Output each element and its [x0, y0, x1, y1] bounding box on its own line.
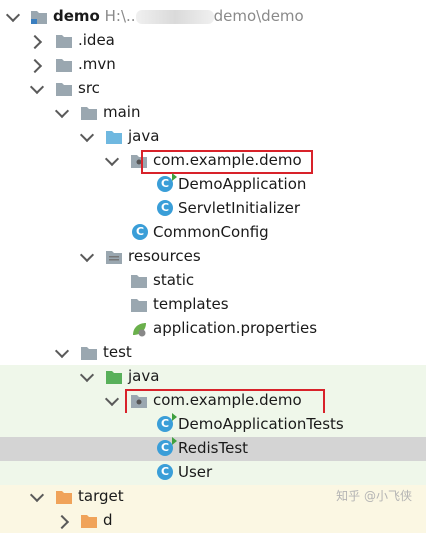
class-label: CommonConfig: [153, 223, 269, 241]
tree-row-common-config[interactable]: C CommonConfig: [0, 221, 426, 245]
folder-label: target: [78, 487, 124, 505]
folder-icon: [56, 59, 72, 72]
tree-row-user[interactable]: C User: [0, 461, 426, 485]
tree-row-partial[interactable]: d: [0, 509, 426, 533]
module-path-end: demo\demo: [213, 7, 304, 25]
file-label: application.properties: [153, 319, 318, 337]
folder-icon: [81, 347, 97, 360]
tree-row-resources[interactable]: resources: [0, 245, 426, 269]
folder-label: java: [128, 367, 160, 385]
folder-icon: [131, 299, 147, 312]
class-label: DemoApplication: [178, 175, 307, 193]
class-label: ServletInitializer: [178, 199, 301, 217]
spring-class-icon: C: [157, 173, 177, 192]
collapse-arrow-icon[interactable]: [79, 367, 95, 383]
folder-icon: [131, 275, 147, 288]
tree-row-demo[interactable]: demo H:\.. demo\demo: [0, 5, 426, 29]
tree-row-main-java[interactable]: java: [0, 125, 426, 149]
tree-row-demo-application[interactable]: C DemoApplication: [0, 173, 426, 197]
folder-icon: [56, 83, 72, 96]
excluded-folder-icon: [81, 515, 97, 528]
class-icon: C: [157, 464, 173, 480]
redacted-path-segment: [135, 9, 214, 24]
folder-label: test: [103, 343, 132, 361]
watermark: 知乎 @小飞侠: [336, 489, 412, 503]
folder-label: .mvn: [78, 55, 116, 73]
tree-row-test-java[interactable]: java: [0, 365, 426, 389]
resources-folder-icon: [106, 251, 122, 264]
tree-row-src[interactable]: src: [0, 77, 426, 101]
folder-label: templates: [153, 295, 229, 313]
tree-row-templates[interactable]: templates: [0, 293, 426, 317]
tree-row-static[interactable]: static: [0, 269, 426, 293]
tree-row-demo-application-tests[interactable]: C DemoApplicationTests: [0, 413, 426, 437]
tree-row-servlet-initializer[interactable]: C ServletInitializer: [0, 197, 426, 221]
source-folder-icon: [106, 131, 122, 144]
collapse-arrow-icon[interactable]: [104, 151, 120, 167]
tree-row-idea[interactable]: .idea: [0, 29, 426, 53]
class-label: RedisTest: [178, 439, 249, 457]
collapse-arrow-icon[interactable]: [29, 79, 45, 95]
expand-arrow-icon[interactable]: [27, 34, 43, 50]
test-class-icon: C: [157, 437, 177, 456]
tree-row-mvn[interactable]: .mvn: [0, 53, 426, 77]
expand-arrow-icon[interactable]: [27, 58, 43, 74]
class-label: DemoApplicationTests: [178, 415, 344, 433]
class-label: User: [178, 463, 213, 481]
tree-row-redis-test[interactable]: C RedisTest: [0, 437, 426, 461]
test-source-folder-icon: [106, 371, 122, 384]
module-folder-icon: [31, 11, 47, 24]
collapse-arrow-icon[interactable]: [79, 127, 95, 143]
expand-arrow-icon[interactable]: [54, 514, 70, 530]
folder-icon: [56, 35, 72, 48]
folder-label: .idea: [78, 31, 115, 49]
module-path-start: H:\..: [104, 7, 136, 25]
collapse-arrow-icon[interactable]: [104, 391, 120, 407]
highlight-box: [125, 389, 325, 415]
folder-icon: [81, 107, 97, 120]
folder-label: static: [153, 271, 195, 289]
tree-row-test[interactable]: test: [0, 341, 426, 365]
folder-label: src: [78, 79, 100, 97]
tree-row-application-properties[interactable]: application.properties: [0, 317, 426, 341]
class-icon: C: [157, 200, 173, 216]
collapse-arrow-icon[interactable]: [54, 103, 70, 119]
excluded-folder-icon: [56, 491, 72, 504]
folder-label: d: [103, 511, 113, 529]
folder-label: java: [128, 127, 160, 145]
collapse-arrow-icon[interactable]: [5, 7, 21, 23]
collapse-arrow-icon[interactable]: [29, 487, 45, 503]
tree-row-main[interactable]: main: [0, 101, 426, 125]
collapse-arrow-icon[interactable]: [79, 247, 95, 263]
spring-leaf-icon: [133, 323, 146, 337]
folder-label: resources: [128, 247, 201, 265]
collapse-arrow-icon[interactable]: [54, 343, 70, 359]
highlight-box: [141, 150, 313, 174]
class-icon: C: [132, 224, 148, 240]
test-class-icon: C: [157, 413, 177, 432]
module-name: demo: [53, 7, 100, 25]
folder-label: main: [103, 103, 141, 121]
